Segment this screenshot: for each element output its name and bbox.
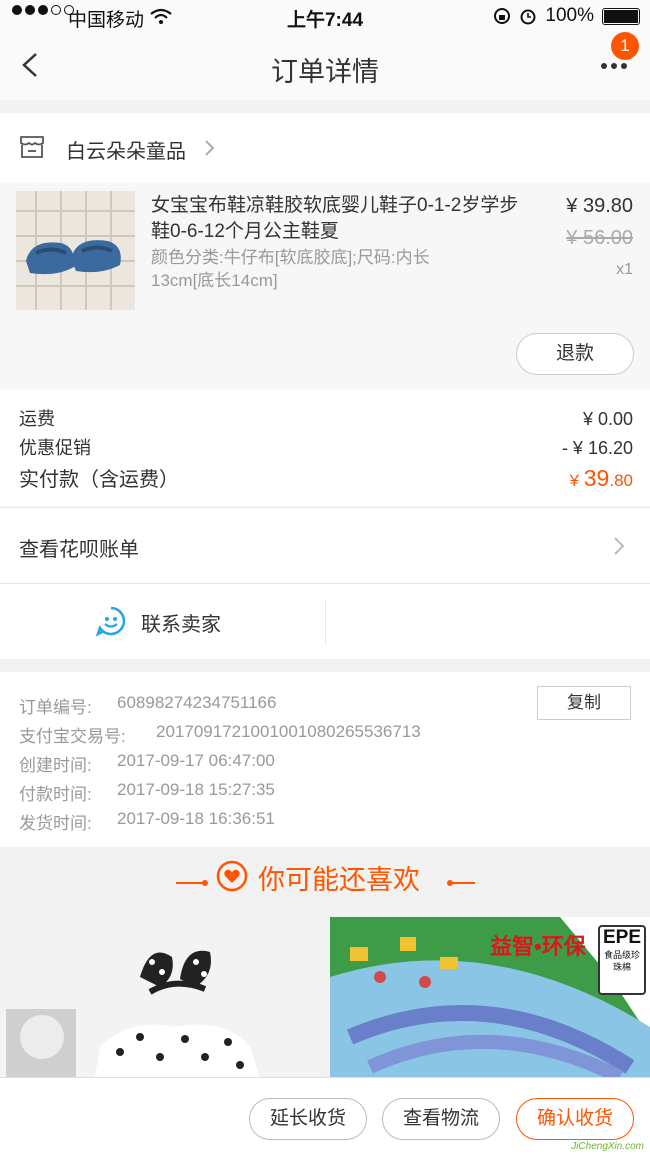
navigation-bar: 订单详情 1 xyxy=(0,32,650,100)
shipping-value: ¥ 0.00 xyxy=(582,409,633,429)
huabei-label: 查看花呗账单 xyxy=(19,539,139,561)
order-info: 订单编号: 60898274234751166 支付宝交易号: 2017091721… xyxy=(0,672,650,847)
divider xyxy=(451,882,475,884)
product-sku: 颜色分类:牛仔布[软底胶底];尺码:内长13cm[底长14cm] xyxy=(151,248,430,290)
battery-icon xyxy=(602,7,640,25)
product-thumbnail[interactable] xyxy=(16,191,135,310)
recommended-product-1[interactable] xyxy=(0,917,320,1077)
bottom-action-bar: 延长收货 查看物流 确认收货 JiChengXin.com xyxy=(0,1077,650,1156)
product-title[interactable]: 女宝宝布鞋凉鞋胶软底婴儿鞋子0-1-2岁学步鞋0-6-12个月公主鞋夏 xyxy=(151,193,523,245)
copy-button[interactable]: 复制 xyxy=(537,686,631,720)
shipping-label: 运费 xyxy=(19,409,55,429)
product-slogan: 益智•环保 xyxy=(490,934,586,959)
status-bar: 中国移动 上午7:44 100% xyxy=(0,0,650,32)
recommend-header: 你可能还喜欢 xyxy=(0,848,650,916)
promo-value: - ¥ 16.20 xyxy=(561,438,633,458)
recommend-title: 你可能还喜欢 xyxy=(258,865,420,895)
paid-time-row: 付款时间: 2017-09-18 15:27:35 xyxy=(19,780,275,804)
heart-icon xyxy=(216,860,248,892)
product-tag: EPE 食品级珍珠棉 xyxy=(598,925,646,995)
notification-badge: 1 xyxy=(611,32,639,60)
huabei-bill-row[interactable]: 查看花呗账单 xyxy=(0,507,650,583)
divider xyxy=(176,882,204,884)
extend-receipt-button[interactable]: 延长收货 xyxy=(249,1098,367,1140)
original-price: ¥ 56.00 xyxy=(566,227,633,249)
shop-name: 白云朵朵童品 xyxy=(66,141,186,163)
store-icon xyxy=(20,136,44,158)
order-number-row: 订单编号: 60898274234751166 xyxy=(19,693,277,717)
watermark: JiChengXin.com xyxy=(571,1141,644,1152)
chevron-right-icon xyxy=(614,537,625,555)
divider-dot xyxy=(202,880,208,886)
alipay-trade-row: 支付宝交易号: 2017091721001001080265536713 xyxy=(19,722,421,746)
view-logistics-button[interactable]: 查看物流 xyxy=(382,1098,500,1140)
fee-summary: 运费 ¥ 0.00 优惠促销 - ¥ 16.20 实付款（含运费） ¥ 39.8… xyxy=(0,389,650,507)
recommended-product-2[interactable]: 益智•环保 EPE 食品级珍珠棉 xyxy=(330,917,650,1077)
created-time-row: 创建时间: 2017-09-17 06:47:00 xyxy=(19,751,275,775)
total-value: ¥ 39.80 xyxy=(569,465,633,491)
page-title: 订单详情 xyxy=(271,57,379,87)
battery-percent: 100% xyxy=(545,5,594,26)
contact-seller-button[interactable]: 联系卖家 xyxy=(141,608,221,637)
orientation-lock-icon xyxy=(494,8,511,24)
alarm-icon xyxy=(520,9,536,25)
confirm-receipt-button[interactable]: 确认收货 xyxy=(516,1098,634,1140)
divider xyxy=(325,600,326,644)
promo-label: 优惠促销 xyxy=(19,438,91,458)
order-item[interactable]: 女宝宝布鞋凉鞋胶软底婴儿鞋子0-1-2岁学步鞋0-6-12个月公主鞋夏 颜色分类… xyxy=(0,183,650,389)
total-label: 实付款（含运费） xyxy=(19,469,179,491)
product-quantity: x1 xyxy=(616,261,633,278)
chat-face-icon xyxy=(95,606,126,637)
refund-button[interactable]: 退款 xyxy=(516,333,634,375)
shop-row[interactable]: 白云朵朵童品 xyxy=(0,113,650,183)
chevron-right-icon xyxy=(205,140,215,156)
shipped-time-row: 发货时间: 2017-09-18 16:36:51 xyxy=(19,809,275,833)
product-price: ¥ 39.80 xyxy=(566,195,633,217)
contact-seller-row: 联系卖家 xyxy=(0,583,650,659)
